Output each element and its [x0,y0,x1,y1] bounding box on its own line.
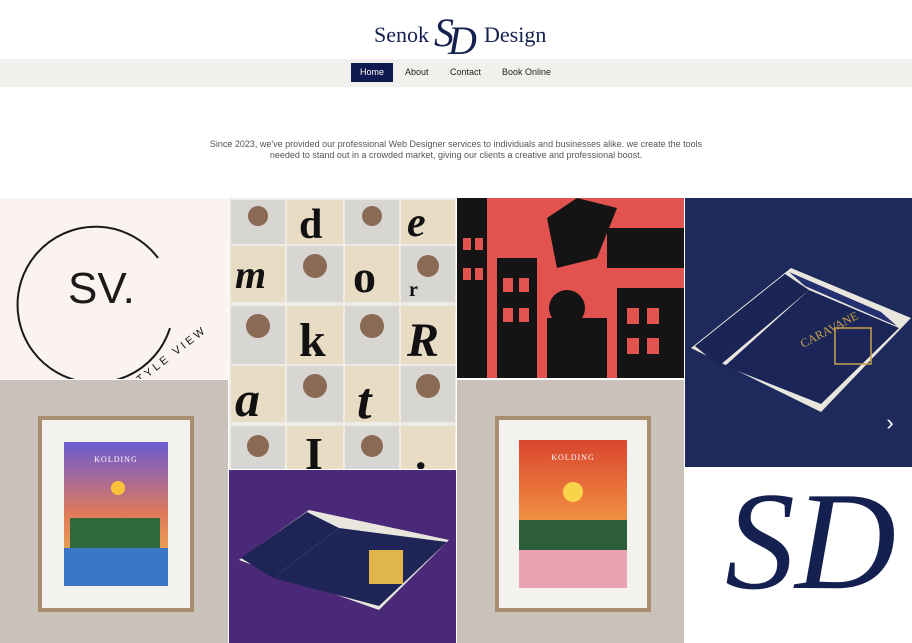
gallery-tile-letters-collage[interactable]: d e m o r k R a t I . [229,198,456,469]
city-illustration-image [457,198,684,378]
intro-text: Since 2023, we've provided our professio… [150,139,762,161]
letter-8: a [235,371,260,427]
intro-line-2: needed to stand out in a crowded market,… [269,150,643,160]
poster-kolding-2-image: KOLDING [495,416,651,612]
nav-home[interactable]: Home [351,63,394,82]
intro-line-1: Since 2023, we've provided our professio… [209,139,703,149]
brand-name-right: Design [484,22,547,47]
style-view-logo-icon: SV. STYLE VIEW [16,225,210,379]
letter-2: e [407,200,426,246]
gallery-tile-poster-kolding-2[interactable]: KOLDING [457,380,684,643]
svg-text:D: D [447,18,477,58]
letter-6: k [299,314,326,367]
book-purple-image [239,510,449,610]
chevron-right-icon[interactable]: › [878,408,902,438]
main-nav: Home About Contact Book Online [0,59,912,87]
gallery-tile-book-purple[interactable] [229,470,456,643]
gallery-tile-poster-kolding-1[interactable]: KOLDING [0,380,228,643]
letter-4: o [353,251,376,302]
poster-1-title: KOLDING [94,455,137,464]
letter-3: m [235,252,266,297]
gallery-tile-style-view[interactable]: SV. STYLE VIEW [0,198,228,379]
letter-10: I [305,428,323,469]
sv-monogram: SV. [68,264,135,313]
brand[interactable]: Senok S D Design [0,8,912,58]
poster-2-title: KOLDING [551,453,594,462]
brand-name-left: Senok [374,22,429,47]
letter-5: r [409,279,418,301]
nav-about[interactable]: About [396,63,438,82]
letter-7: R [406,314,439,367]
gallery-tile-city-illustration[interactable] [457,198,684,378]
sd-monogram-text: SD [725,468,896,619]
nav-book-online[interactable]: Book Online [493,63,560,82]
poster-kolding-1-image: KOLDING [38,416,194,612]
sd-logo-icon: S D [434,10,477,58]
letter-11: . [415,428,427,469]
letters-collage-image: d e m o r k R a t I . [231,200,455,469]
nav-contact[interactable]: Contact [441,63,490,82]
site-header: Senok S D Design [0,0,912,59]
gallery-tile-sd-monogram[interactable]: SD [685,468,912,643]
sd-monogram-icon: SD [725,468,896,619]
letter-9: t [357,373,373,430]
letter-1: d [299,202,322,248]
